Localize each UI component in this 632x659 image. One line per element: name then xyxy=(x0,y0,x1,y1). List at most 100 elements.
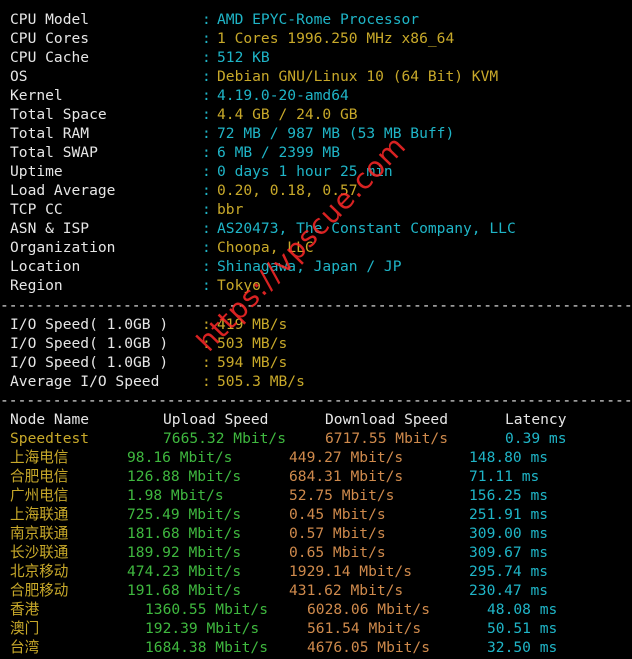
info-label: Organization xyxy=(10,239,116,256)
cell-latency: 295.74 ms xyxy=(469,563,549,580)
info-value: AMD EPYC-Rome Processor xyxy=(217,11,420,28)
info-label: Location xyxy=(10,258,81,275)
cell-download: 561.54 Mbit/s xyxy=(307,620,422,637)
cell-node: 北京移动 xyxy=(10,563,69,580)
cell-node: Speedtest xyxy=(10,430,90,447)
io-speed-colon: : xyxy=(202,373,211,390)
cell-upload: 474.23 Mbit/s xyxy=(127,563,242,580)
column-header-latency: Latency xyxy=(505,411,567,428)
info-colon: : xyxy=(202,239,211,256)
cell-download: 4676.05 Mbit/s xyxy=(307,639,431,656)
cell-download: 1929.14 Mbit/s xyxy=(289,563,413,580)
cell-latency: 309.67 ms xyxy=(469,544,549,561)
cell-node: 广州电信 xyxy=(10,487,69,504)
cell-node: 合肥移动 xyxy=(10,582,69,599)
io-speed-value: 594 MB/s xyxy=(217,354,288,371)
cell-upload: 725.49 Mbit/s xyxy=(127,506,242,523)
info-value: Shinagawa, Japan / JP xyxy=(217,258,402,275)
cell-upload: 98.16 Mbit/s xyxy=(127,449,233,466)
cell-latency: 230.47 ms xyxy=(469,582,549,599)
cell-download: 431.62 Mbit/s xyxy=(289,582,404,599)
info-label: Total RAM xyxy=(10,125,90,142)
column-header-download: Download Speed xyxy=(325,411,449,428)
cell-node: 长沙联通 xyxy=(10,544,69,561)
info-value: AS20473, The Constant Company, LLC xyxy=(217,220,516,237)
cell-upload: 189.92 Mbit/s xyxy=(127,544,242,561)
cell-node: 台湾 xyxy=(10,639,40,656)
cell-latency: 32.50 ms xyxy=(487,639,558,656)
info-colon: : xyxy=(202,258,211,275)
info-colon: : xyxy=(202,277,211,294)
separator-line: ----------------------------------------… xyxy=(0,297,632,314)
cell-download: 0.57 Mbit/s xyxy=(289,525,386,542)
separator-line: ----------------------------------------… xyxy=(0,392,632,409)
info-label: Total SWAP xyxy=(10,144,98,161)
cell-node: 澳门 xyxy=(10,620,40,637)
info-value: 4.19.0-20-amd64 xyxy=(217,87,349,104)
info-label: Region xyxy=(10,277,63,294)
cell-node: 上海联通 xyxy=(10,506,69,523)
cell-node: 南京联通 xyxy=(10,525,69,542)
cell-upload: 191.68 Mbit/s xyxy=(127,582,242,599)
info-colon: : xyxy=(202,68,211,85)
cell-download: 0.45 Mbit/s xyxy=(289,506,386,523)
cell-download: 6028.06 Mbit/s xyxy=(307,601,431,618)
cell-latency: 148.80 ms xyxy=(469,449,549,466)
column-header-upload: Upload Speed xyxy=(163,411,269,428)
io-speed-label: I/O Speed( 1.0GB ) xyxy=(10,335,169,352)
cell-download: 52.75 Mbit/s xyxy=(289,487,395,504)
info-value: bbr xyxy=(217,201,244,218)
cell-latency: 251.91 ms xyxy=(469,506,549,523)
cell-latency: 156.25 ms xyxy=(469,487,549,504)
info-colon: : xyxy=(202,125,211,142)
info-label: Load Average xyxy=(10,182,116,199)
cell-download: 684.31 Mbit/s xyxy=(289,468,404,485)
io-speed-label: I/O Speed( 1.0GB ) xyxy=(10,316,169,333)
cell-upload: 181.68 Mbit/s xyxy=(127,525,242,542)
cell-latency: 50.51 ms xyxy=(487,620,558,637)
info-colon: : xyxy=(202,30,211,47)
info-colon: : xyxy=(202,163,211,180)
info-label: OS xyxy=(10,68,28,85)
cell-upload: 192.39 Mbit/s xyxy=(145,620,260,637)
cell-download: 6717.55 Mbit/s xyxy=(325,430,449,447)
cell-latency: 0.39 ms xyxy=(505,430,567,447)
io-speed-label: Average I/O Speed xyxy=(10,373,160,390)
io-speed-label: I/O Speed( 1.0GB ) xyxy=(10,354,169,371)
info-value: 1 Cores 1996.250 MHz x86_64 xyxy=(217,30,455,47)
info-value: 4.4 GB / 24.0 GB xyxy=(217,106,358,123)
info-label: TCP CC xyxy=(10,201,63,218)
info-colon: : xyxy=(202,144,211,161)
info-value: 512 KB xyxy=(217,49,270,66)
info-label: Total Space xyxy=(10,106,107,123)
info-colon: : xyxy=(202,182,211,199)
io-speed-colon: : xyxy=(202,354,211,371)
cell-node: 香港 xyxy=(10,601,40,618)
info-label: ASN & ISP xyxy=(10,220,90,237)
cell-latency: 71.11 ms xyxy=(469,468,540,485)
info-colon: : xyxy=(202,49,211,66)
info-label: CPU Model xyxy=(10,11,90,28)
io-speed-value: 505.3 MB/s xyxy=(217,373,305,390)
info-colon: : xyxy=(202,87,211,104)
info-label: CPU Cache xyxy=(10,49,90,66)
cell-upload: 126.88 Mbit/s xyxy=(127,468,242,485)
info-value: 72 MB / 987 MB (53 MB Buff) xyxy=(217,125,455,142)
cell-upload: 1.98 Mbit/s xyxy=(127,487,224,504)
info-label: Kernel xyxy=(10,87,63,104)
info-colon: : xyxy=(202,11,211,28)
cell-latency: 309.00 ms xyxy=(469,525,549,542)
cell-upload: 1684.38 Mbit/s xyxy=(145,639,269,656)
info-colon: : xyxy=(202,106,211,123)
info-colon: : xyxy=(202,220,211,237)
info-label: CPU Cores xyxy=(10,30,90,47)
cell-upload: 1360.55 Mbit/s xyxy=(145,601,269,618)
info-label: Uptime xyxy=(10,163,63,180)
cell-download: 0.65 Mbit/s xyxy=(289,544,386,561)
cell-upload: 7665.32 Mbit/s xyxy=(163,430,287,447)
column-header-node: Node Name xyxy=(10,411,90,428)
info-value: Debian GNU/Linux 10 (64 Bit) KVM xyxy=(217,68,499,85)
cell-latency: 48.08 ms xyxy=(487,601,558,618)
cell-download: 449.27 Mbit/s xyxy=(289,449,404,466)
info-colon: : xyxy=(202,201,211,218)
